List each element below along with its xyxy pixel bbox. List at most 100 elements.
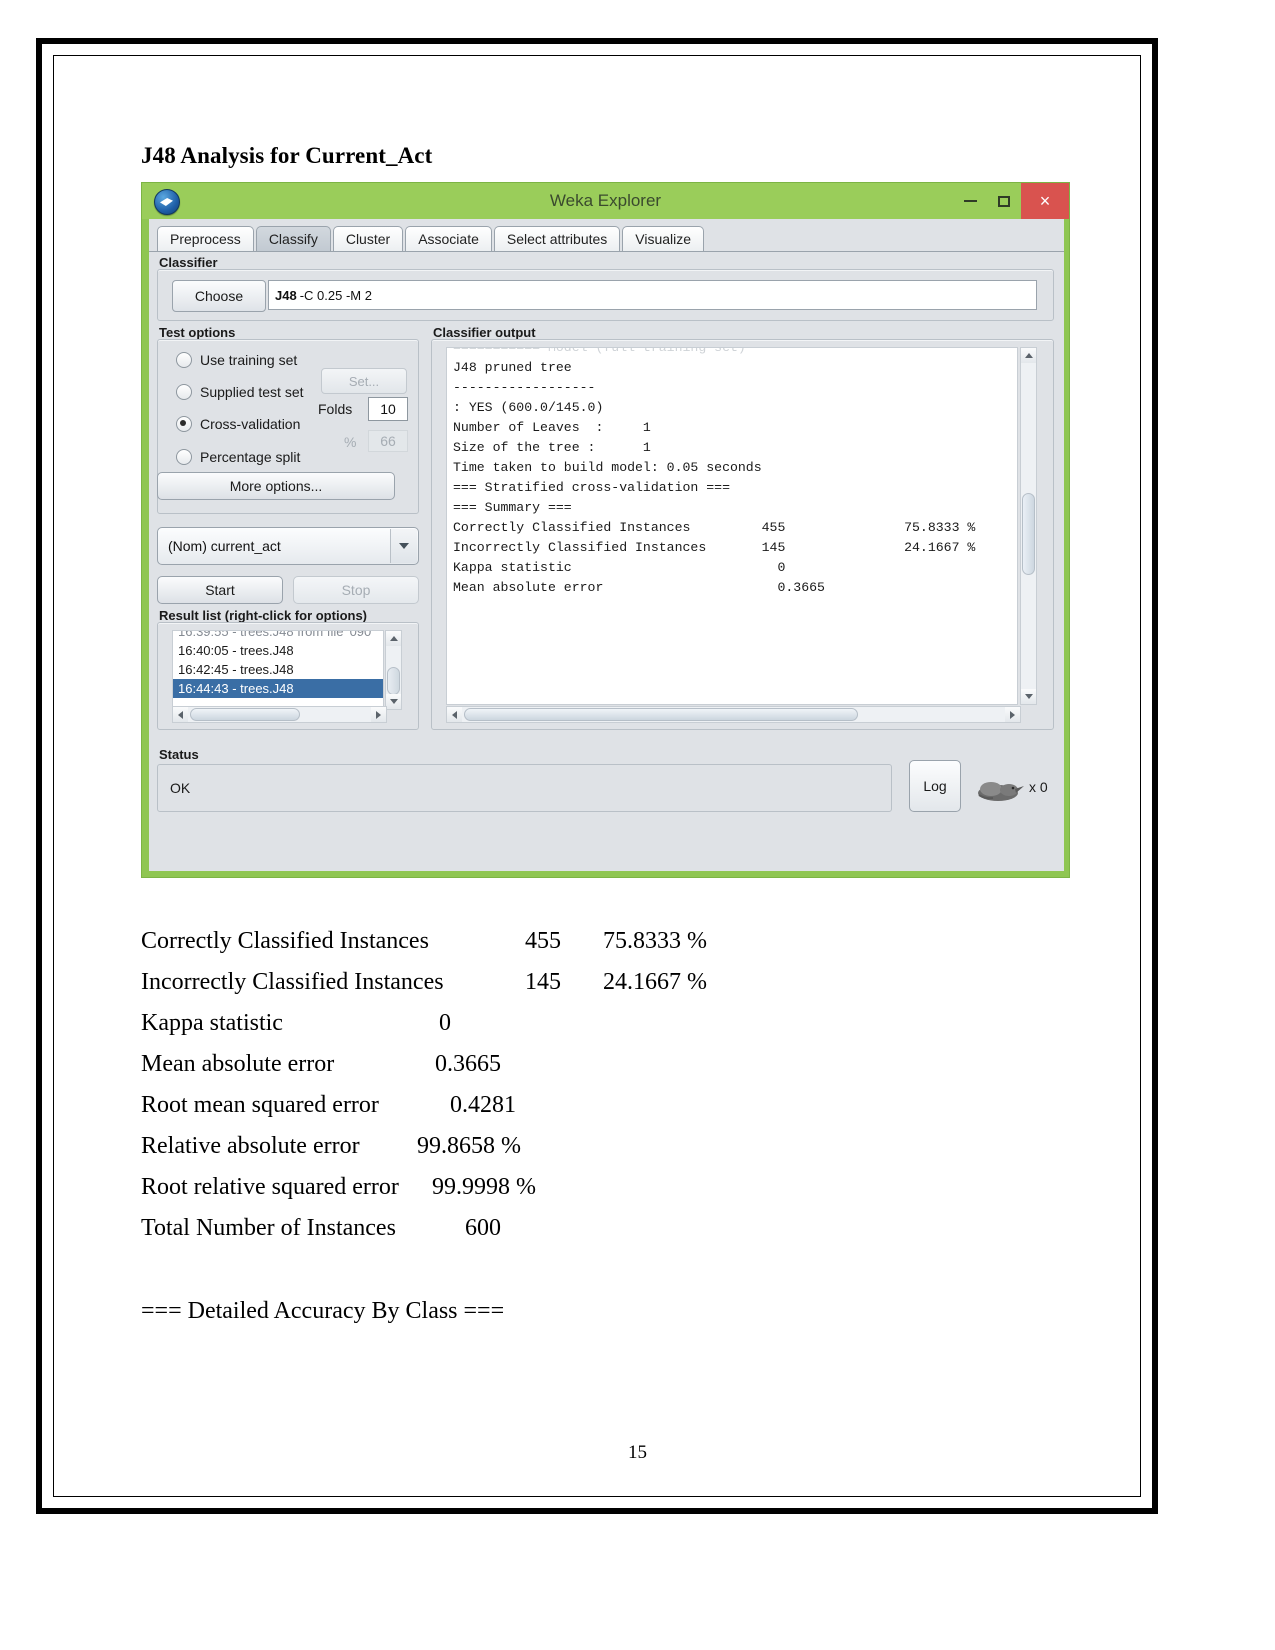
scroll-down-icon[interactable]: [386, 694, 401, 709]
stat-row: Kappa statistic 0: [141, 1010, 901, 1051]
scroll-up-icon[interactable]: [386, 631, 401, 646]
stat-value: 145: [525, 969, 561, 995]
stat-row: Total Number of Instances 600: [141, 1215, 901, 1256]
result-list-vertical-scrollbar[interactable]: [385, 630, 402, 710]
percentage-split-input[interactable]: 66: [368, 430, 408, 452]
close-button[interactable]: ×: [1021, 183, 1069, 219]
start-button[interactable]: Start: [157, 576, 283, 604]
stat-value: 0: [439, 1010, 451, 1036]
window-controls: ×: [953, 183, 1069, 219]
scrollbar-thumb[interactable]: [387, 667, 400, 695]
stat-label: Correctly Classified Instances: [141, 928, 429, 954]
stat-row: Mean absolute error 0.3665: [141, 1051, 901, 1092]
classifier-output-text[interactable]: =========== Model (full training set) J4…: [446, 347, 1018, 705]
output-line: : YES (600.0/145.0): [453, 400, 604, 415]
stat-label: Root mean squared error: [141, 1092, 379, 1118]
more-options-button[interactable]: More options...: [157, 472, 395, 500]
window-titlebar[interactable]: Weka Explorer ×: [142, 183, 1069, 219]
list-item[interactable]: 16:42:45 - trees.J48: [173, 660, 383, 679]
folds-input[interactable]: 10: [368, 397, 408, 421]
stat-row: Root mean squared error 0.4281: [141, 1092, 901, 1133]
chevron-down-icon[interactable]: [390, 529, 417, 563]
classifier-section-label: Classifier: [159, 255, 218, 270]
stat-label: Mean absolute error: [141, 1051, 335, 1077]
scrollbar-thumb[interactable]: [1022, 493, 1035, 575]
radio-icon: [176, 449, 192, 465]
classifier-scheme-field[interactable]: J48 -C 0.25 -M 2: [268, 280, 1037, 310]
output-line: Time taken to build model: 0.05 seconds: [453, 460, 762, 475]
stat-percent: 24.1667 %: [603, 969, 707, 995]
classifier-output-panel: =========== Model (full training set) J4…: [431, 339, 1054, 730]
classifier-output-section-label: Classifier output: [433, 325, 536, 340]
list-item[interactable]: 16:40:05 - trees.J48: [173, 641, 383, 660]
stat-value: 455: [525, 928, 561, 954]
result-list-panel: 16:39:55 - trees.J48 from file '090 16:4…: [157, 622, 419, 730]
scrollbar-track[interactable]: [188, 707, 371, 722]
maximize-button[interactable]: [987, 183, 1021, 219]
log-button[interactable]: Log: [909, 760, 961, 812]
output-line: === Summary ===: [453, 500, 572, 515]
output-line: Number of Leaves : 1: [453, 420, 651, 435]
tab-classify[interactable]: Classify: [255, 226, 331, 251]
radio-use-training-set[interactable]: Use training set: [176, 352, 297, 368]
choose-button[interactable]: Choose: [172, 280, 266, 312]
result-list[interactable]: 16:39:55 - trees.J48 from file '090 16:4…: [172, 630, 384, 710]
document-page: J48 Analysis for Current_Act Weka Explor…: [0, 0, 1275, 1650]
minimize-button[interactable]: [953, 183, 987, 219]
stat-label: Relative absolute error: [141, 1133, 360, 1159]
tab-associate[interactable]: Associate: [405, 226, 492, 251]
scrollbar-thumb[interactable]: [190, 708, 300, 721]
result-list-section-label: Result list (right-click for options): [159, 608, 368, 623]
scrollbar-track[interactable]: [462, 707, 1005, 722]
weka-bird-icon[interactable]: [971, 777, 1025, 803]
output-line: Incorrectly Classified Instances 145 24.…: [453, 540, 976, 555]
detailed-accuracy-heading: === Detailed Accuracy By Class ===: [141, 1298, 505, 1324]
stat-value: 0.3665: [435, 1051, 501, 1077]
status-section-label: Status: [159, 747, 199, 762]
radio-icon-selected: [176, 416, 192, 432]
scroll-left-icon[interactable]: [173, 707, 188, 722]
radio-icon: [176, 352, 192, 368]
radio-label: Percentage split: [200, 449, 301, 465]
radio-supplied-test-set[interactable]: Supplied test set: [176, 384, 304, 400]
list-item-selected[interactable]: 16:44:43 - trees.J48: [173, 679, 383, 698]
stat-value: 0.4281: [450, 1092, 516, 1118]
scroll-right-icon[interactable]: [371, 707, 386, 722]
status-message: OK: [157, 764, 892, 812]
classifier-scheme-options: -C 0.25 -M 2: [299, 287, 372, 303]
percent-symbol: %: [344, 434, 357, 450]
radio-label: Use training set: [200, 352, 298, 368]
output-horizontal-scrollbar[interactable]: [446, 706, 1021, 723]
tab-preprocess[interactable]: Preprocess: [157, 226, 254, 251]
class-attribute-select[interactable]: (Nom) current_act: [157, 527, 419, 565]
page-title: J48 Analysis for Current_Act: [141, 143, 433, 168]
radio-label: Cross-validation: [200, 416, 301, 432]
task-count: x 0: [1029, 779, 1048, 795]
tab-bar: Preprocess Classify Cluster Associate Se…: [157, 225, 706, 251]
output-vertical-scrollbar[interactable]: [1020, 347, 1037, 705]
scroll-right-icon[interactable]: [1005, 707, 1020, 722]
maximize-icon: [998, 195, 1010, 207]
tab-cluster[interactable]: Cluster: [332, 226, 404, 251]
tab-select-attributes[interactable]: Select attributes: [493, 226, 621, 251]
output-line: J48 pruned tree: [453, 360, 572, 375]
output-line: ------------------: [453, 380, 596, 395]
radio-label: Supplied test set: [200, 384, 304, 400]
test-options-section-label: Test options: [159, 325, 236, 340]
scroll-down-icon[interactable]: [1021, 689, 1036, 704]
set-button[interactable]: Set...: [321, 368, 407, 394]
window-body: Preprocess Classify Cluster Associate Se…: [149, 219, 1064, 871]
stat-row: Root relative squared error 99.9998 %: [141, 1174, 901, 1215]
tab-visualize[interactable]: Visualize: [622, 226, 705, 251]
scroll-left-icon[interactable]: [447, 707, 462, 722]
radio-percentage-split[interactable]: Percentage split: [176, 449, 300, 465]
radio-cross-validation[interactable]: Cross-validation: [176, 416, 300, 432]
list-item-clipped[interactable]: 16:39:55 - trees.J48 from file '090: [173, 631, 383, 641]
tab-separator: [149, 251, 1064, 252]
stat-percent: 75.8333 %: [603, 928, 707, 954]
stat-value: 600: [465, 1215, 501, 1241]
output-line: Size of the tree : 1: [453, 440, 651, 455]
result-list-horizontal-scrollbar[interactable]: [172, 706, 387, 723]
scrollbar-thumb[interactable]: [464, 708, 858, 721]
scroll-up-icon[interactable]: [1021, 348, 1036, 363]
